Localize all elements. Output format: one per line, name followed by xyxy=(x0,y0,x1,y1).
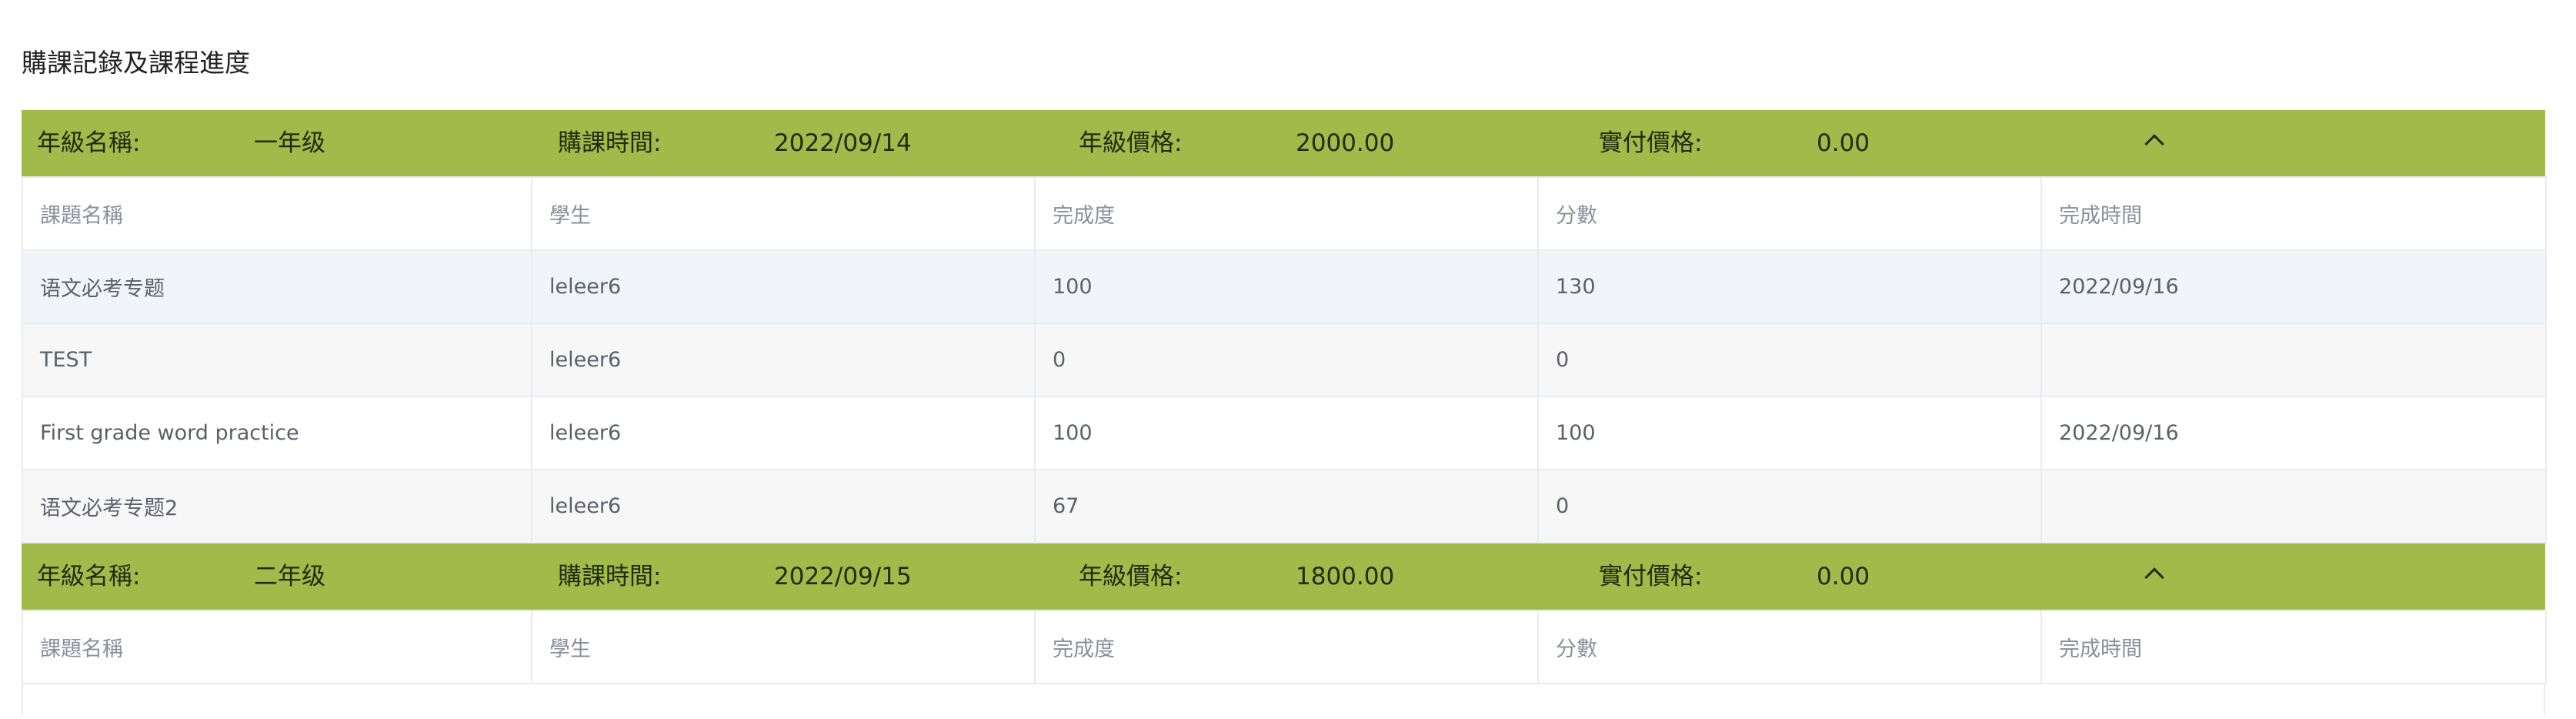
purchase-time-value: 2022/09/14 xyxy=(774,129,912,157)
student-cell: leleer6 xyxy=(531,323,1036,397)
grade-name-value: 二年级 xyxy=(254,563,325,590)
column-header-completion: 完成度 xyxy=(1034,176,1539,251)
course-name-cell: TEST xyxy=(22,323,532,397)
table-header-row: 課題名稱 學生 完成度 分數 完成時間 xyxy=(22,176,2547,251)
column-header-course-name: 課題名稱 xyxy=(22,610,532,684)
score-cell: 0 xyxy=(1537,323,2042,397)
table-body-remainder xyxy=(22,684,2545,715)
grade-price-label: 年級價格: xyxy=(1079,129,1183,157)
completion-time-cell: 2022/09/16 xyxy=(2040,396,2547,470)
column-header-score: 分數 xyxy=(1537,610,2042,684)
course-table-2: 課題名稱 學生 完成度 分數 完成時間 xyxy=(22,610,2547,684)
completion-cell: 0 xyxy=(1034,323,1539,397)
grade-price-value: 1800.00 xyxy=(1296,563,1395,590)
column-header-completion-time: 完成時間 xyxy=(2040,610,2547,684)
completion-cell: 67 xyxy=(1034,469,1539,543)
grade-price-label: 年級價格: xyxy=(1079,563,1183,590)
grade-name-label: 年級名稱: xyxy=(37,129,141,157)
score-cell: 100 xyxy=(1537,396,2042,470)
paid-price-value: 0.00 xyxy=(1817,563,1870,590)
course-name-cell: 语文必考专题2 xyxy=(22,469,532,543)
table-row: 语文必考专题 leleer6 100 130 2022/09/16 xyxy=(22,249,2547,324)
score-cell: 0 xyxy=(1537,469,2042,543)
purchase-records: 年級名稱: 一年级 購課時間: 2022/09/14 年級價格: 2000.00… xyxy=(22,110,2547,715)
purchase-time-value: 2022/09/15 xyxy=(774,563,912,590)
completion-time-cell xyxy=(2040,323,2547,397)
grade-header-2: 年級名稱: 二年级 購課時間: 2022/09/15 年級價格: 1800.00… xyxy=(22,543,2545,610)
table-header-row: 課題名稱 學生 完成度 分數 完成時間 xyxy=(22,610,2547,684)
chevron-up-icon xyxy=(2144,567,2164,587)
paid-price-label: 實付價格: xyxy=(1599,129,1703,157)
course-name-cell: 语文必考专题 xyxy=(22,249,532,324)
table-row: TEST leleer6 0 0 xyxy=(22,323,2547,397)
collapse-toggle-button[interactable] xyxy=(2131,543,2177,610)
purchase-time-label: 購課時間: xyxy=(558,129,662,157)
column-header-completion-time: 完成時間 xyxy=(2040,176,2547,251)
completion-time-cell: 2022/09/16 xyxy=(2040,249,2547,324)
grade-price-value: 2000.00 xyxy=(1296,129,1395,157)
column-header-score: 分數 xyxy=(1537,176,2042,251)
column-header-student: 學生 xyxy=(531,176,1036,251)
chevron-up-icon xyxy=(2144,134,2164,154)
student-cell: leleer6 xyxy=(531,249,1036,324)
grade-header-1: 年級名稱: 一年级 購課時間: 2022/09/14 年級價格: 2000.00… xyxy=(22,110,2545,176)
collapse-toggle-button[interactable] xyxy=(2131,110,2177,176)
completion-cell: 100 xyxy=(1034,249,1539,324)
table-row: First grade word practice leleer6 100 10… xyxy=(22,396,2547,470)
course-name-cell: First grade word practice xyxy=(22,396,532,470)
student-cell: leleer6 xyxy=(531,396,1036,470)
grade-name-value: 一年级 xyxy=(254,129,325,157)
purchase-time-label: 購課時間: xyxy=(558,563,662,590)
completion-time-cell xyxy=(2040,469,2547,543)
column-header-course-name: 課題名稱 xyxy=(22,176,532,251)
score-cell: 130 xyxy=(1537,249,2042,324)
paid-price-value: 0.00 xyxy=(1817,129,1870,157)
student-cell: leleer6 xyxy=(531,469,1036,543)
completion-cell: 100 xyxy=(1034,396,1539,470)
column-header-student: 學生 xyxy=(531,610,1036,684)
grade-name-label: 年級名稱: xyxy=(37,563,141,590)
paid-price-label: 實付價格: xyxy=(1599,563,1703,590)
course-table-1: 課題名稱 學生 完成度 分數 完成時間 语文必考专题 leleer6 100 1… xyxy=(22,176,2547,543)
column-header-completion: 完成度 xyxy=(1034,610,1539,684)
table-row: 语文必考专题2 leleer6 67 0 xyxy=(22,469,2547,543)
page-title: 購課記錄及課程進度 xyxy=(22,48,250,78)
